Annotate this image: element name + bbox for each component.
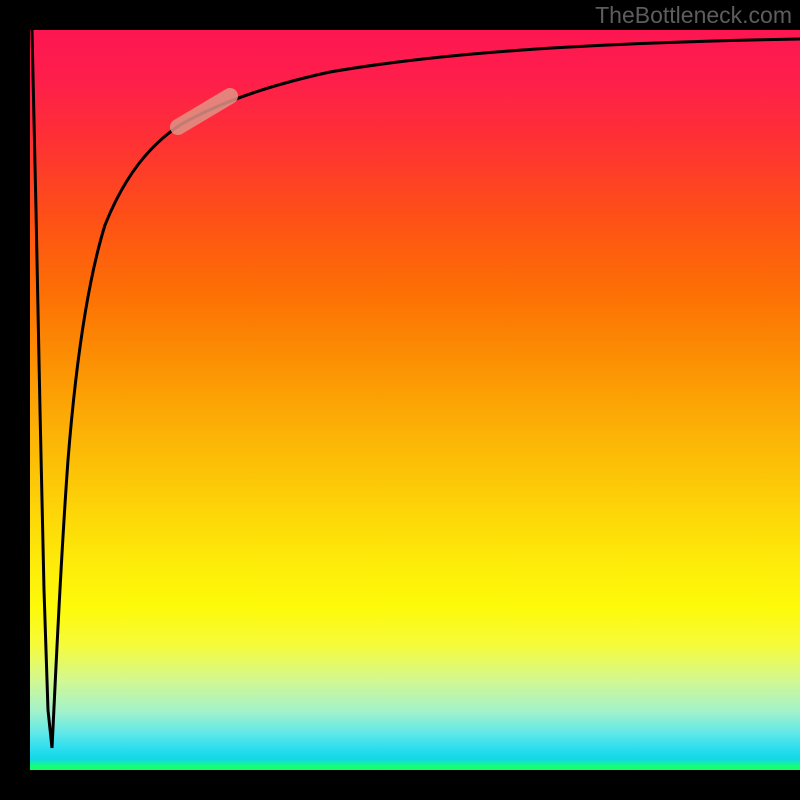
curve-ascending [52,39,800,748]
curve-descending [32,30,52,748]
curve-marker [178,96,230,127]
watermark-text: TheBottleneck.com [595,2,792,29]
curve-svg [30,30,800,770]
plot-gradient-area [30,30,800,770]
